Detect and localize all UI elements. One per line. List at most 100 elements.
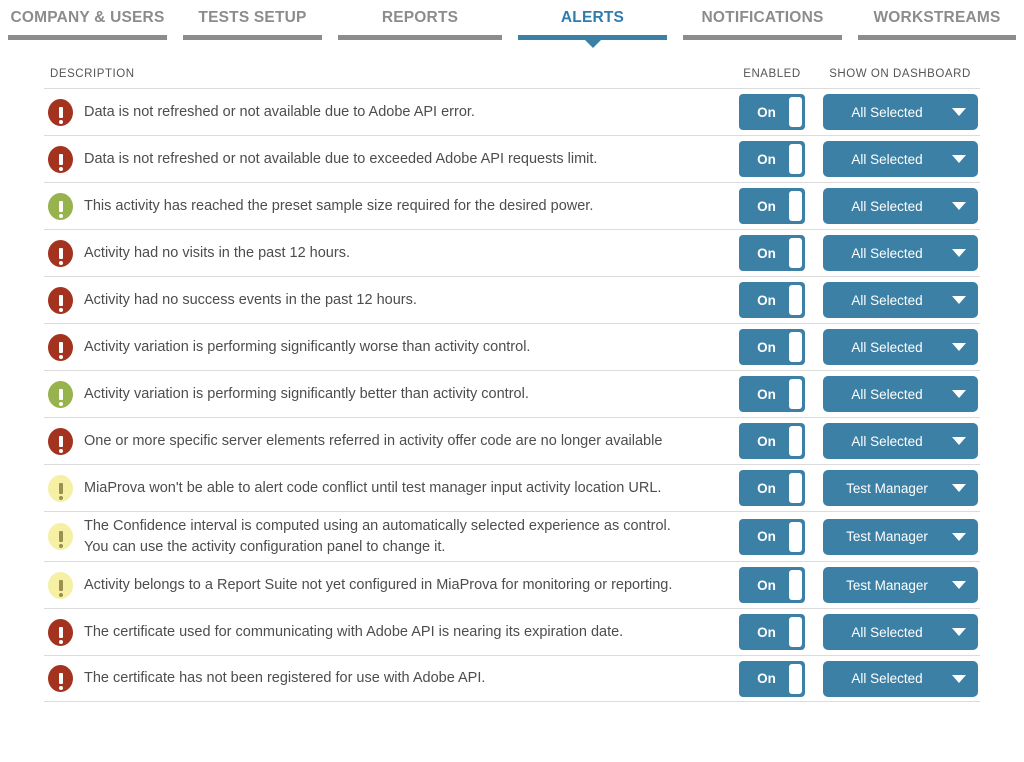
chevron-down-icon[interactable] xyxy=(951,108,966,116)
alert-description-line: Activity variation is performing signifi… xyxy=(84,338,531,355)
alert-description-text: Activity variation is performing signifi… xyxy=(84,337,530,358)
enabled-toggle-knob[interactable] xyxy=(789,663,802,694)
enabled-cell: On xyxy=(724,329,820,365)
alert-description-text: Activity had no success events in the pa… xyxy=(84,290,417,311)
alert-exclamation-icon xyxy=(48,523,73,551)
show-on-dashboard-dropdown[interactable]: All Selected xyxy=(822,141,978,177)
show-on-dashboard-value: All Selected xyxy=(851,198,923,214)
chevron-down-icon[interactable] xyxy=(951,202,966,210)
show-on-dashboard-dropdown[interactable]: All Selected xyxy=(822,188,978,224)
enabled-toggle[interactable]: On xyxy=(739,470,805,506)
show-on-dashboard-value: All Selected xyxy=(851,671,923,687)
enabled-toggle-label: On xyxy=(757,529,776,545)
alert-description-text: Data is not refreshed or not available d… xyxy=(84,149,597,170)
enabled-toggle-knob[interactable] xyxy=(789,426,802,456)
chevron-down-icon[interactable] xyxy=(951,532,966,541)
show-on-dashboard-value: All Selected xyxy=(851,104,923,120)
enabled-toggle[interactable]: On xyxy=(739,188,805,224)
alert-exclamation-icon xyxy=(48,571,73,599)
show-on-dashboard-dropdown[interactable]: Test Manager xyxy=(822,567,978,604)
table-row: The certificate has not been registered … xyxy=(44,655,980,703)
tab-notifications[interactable]: NOTIFICATIONS xyxy=(675,0,850,48)
enabled-toggle-label: On xyxy=(757,198,776,214)
enabled-toggle[interactable]: On xyxy=(739,282,805,318)
chevron-down-icon[interactable] xyxy=(951,155,966,163)
chevron-down-icon[interactable] xyxy=(951,437,966,445)
chevron-down-icon[interactable] xyxy=(951,581,966,590)
show-on-dashboard-dropdown[interactable]: All Selected xyxy=(822,329,978,365)
enabled-toggle[interactable]: On xyxy=(739,423,805,459)
enabled-toggle-knob[interactable] xyxy=(789,473,802,503)
show-on-dashboard-dropdown[interactable]: All Selected xyxy=(822,423,978,459)
enabled-toggle[interactable]: On xyxy=(739,518,805,555)
alert-description-text: One or more specific server elements ref… xyxy=(84,431,662,452)
table-header-row: DESCRIPTION ENABLED SHOW ON DASHBOARD xyxy=(44,50,980,88)
chevron-down-icon[interactable] xyxy=(951,390,966,398)
enabled-toggle[interactable]: On xyxy=(739,329,805,365)
alert-description-cell: Activity variation is performing signifi… xyxy=(44,333,724,361)
alert-description-cell: Data is not refreshed or not available d… xyxy=(44,98,724,126)
alert-description-cell: One or more specific server elements ref… xyxy=(44,427,724,455)
show-on-dashboard-value: Test Manager xyxy=(846,480,928,496)
show-on-dashboard-dropdown[interactable]: All Selected xyxy=(822,235,978,271)
enabled-toggle[interactable]: On xyxy=(739,567,805,604)
alert-description-line: MiaProva won't be able to alert code con… xyxy=(84,479,662,496)
enabled-toggle[interactable]: On xyxy=(739,94,805,130)
chevron-down-icon[interactable] xyxy=(951,484,966,492)
show-on-dashboard-dropdown[interactable]: All Selected xyxy=(822,376,978,412)
alert-exclamation-icon xyxy=(48,192,73,220)
alert-description-line: This activity has reached the preset sam… xyxy=(84,197,594,214)
enabled-toggle[interactable]: On xyxy=(739,614,805,651)
show-on-dashboard-cell: All Selected xyxy=(820,235,980,271)
show-on-dashboard-dropdown[interactable]: All Selected xyxy=(822,94,978,130)
enabled-toggle-knob[interactable] xyxy=(789,285,802,315)
show-on-dashboard-cell: Test Manager xyxy=(820,567,980,604)
enabled-cell: On xyxy=(724,94,820,130)
enabled-toggle-knob[interactable] xyxy=(789,521,802,552)
tab-reports[interactable]: REPORTS xyxy=(330,0,510,48)
enabled-toggle[interactable]: On xyxy=(739,235,805,271)
show-on-dashboard-value: All Selected xyxy=(851,151,923,167)
show-on-dashboard-cell: All Selected xyxy=(820,660,980,697)
alert-description-line: Activity variation is performing signifi… xyxy=(84,385,529,402)
chevron-down-icon[interactable] xyxy=(951,674,966,683)
enabled-toggle-knob[interactable] xyxy=(789,144,802,174)
show-on-dashboard-dropdown[interactable]: All Selected xyxy=(822,282,978,318)
alert-description-line: You can use the activity configuration p… xyxy=(84,538,446,555)
enabled-cell: On xyxy=(724,518,820,555)
tab-label: NOTIFICATIONS xyxy=(701,9,824,26)
tab-workstreams[interactable]: WORKSTREAMS xyxy=(850,0,1024,48)
tab-company-users[interactable]: COMPANY & USERS xyxy=(0,0,175,48)
alert-description-line: Activity had no success events in the pa… xyxy=(84,291,417,308)
show-on-dashboard-dropdown[interactable]: All Selected xyxy=(822,614,978,651)
alerts-table: DESCRIPTION ENABLED SHOW ON DASHBOARD Da… xyxy=(0,50,1024,703)
enabled-toggle-knob[interactable] xyxy=(789,97,802,127)
chevron-down-icon[interactable] xyxy=(951,628,966,637)
enabled-toggle-knob[interactable] xyxy=(789,379,802,409)
alert-description-line: The certificate has not been registered … xyxy=(84,670,486,687)
tab-tests-setup[interactable]: TESTS SETUP xyxy=(175,0,330,48)
enabled-toggle-knob[interactable] xyxy=(789,191,802,221)
show-on-dashboard-value: All Selected xyxy=(851,339,923,355)
enabled-toggle-knob[interactable] xyxy=(789,570,802,601)
enabled-toggle-knob[interactable] xyxy=(789,332,802,362)
chevron-down-icon[interactable] xyxy=(951,296,966,304)
show-on-dashboard-cell: Test Manager xyxy=(820,470,980,506)
chevron-down-icon[interactable] xyxy=(951,343,966,351)
chevron-down-icon[interactable] xyxy=(951,249,966,257)
enabled-toggle[interactable]: On xyxy=(739,141,805,177)
alert-description-cell: Activity belongs to a Report Suite not y… xyxy=(44,571,724,599)
tab-alerts[interactable]: ALERTS xyxy=(510,0,675,48)
show-on-dashboard-dropdown[interactable]: Test Manager xyxy=(822,470,978,506)
enabled-toggle-knob[interactable] xyxy=(789,617,802,648)
enabled-toggle-knob[interactable] xyxy=(789,238,802,268)
table-row: Activity belongs to a Report Suite not y… xyxy=(44,561,980,608)
show-on-dashboard-cell: All Selected xyxy=(820,282,980,318)
show-on-dashboard-dropdown[interactable]: Test Manager xyxy=(822,518,978,555)
enabled-toggle[interactable]: On xyxy=(739,376,805,412)
alert-description-line: Activity belongs to a Report Suite not y… xyxy=(84,576,673,593)
enabled-toggle[interactable]: On xyxy=(739,660,805,697)
table-row: This activity has reached the preset sam… xyxy=(44,182,980,229)
show-on-dashboard-dropdown[interactable]: All Selected xyxy=(822,660,978,697)
show-on-dashboard-cell: All Selected xyxy=(820,188,980,224)
